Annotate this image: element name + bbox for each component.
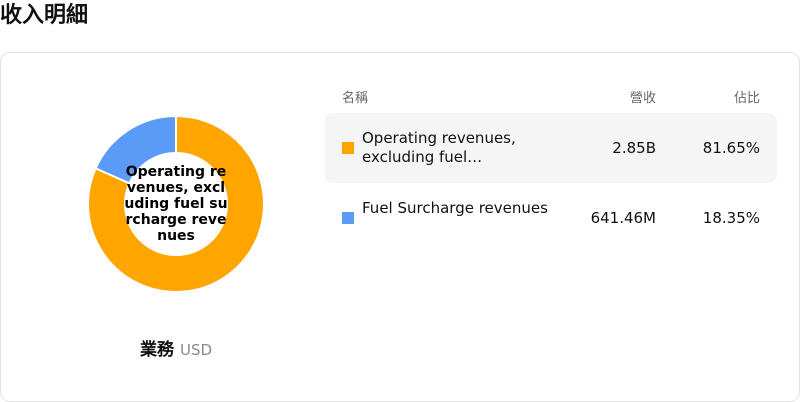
legend-swatch <box>342 142 354 154</box>
table-row[interactable]: Operating revenues, excluding fuel… 2.85… <box>325 113 777 183</box>
row-revenue: 2.85B <box>612 139 656 157</box>
table-header: 名稱 營收 佔比 <box>325 83 777 113</box>
segment-label: 業務 <box>139 340 174 360</box>
header-percent: 佔比 <box>733 91 760 106</box>
legend-swatch <box>342 212 354 224</box>
row-percent: 81.65% <box>702 139 760 157</box>
chart-caption: 業務 USD <box>1 339 351 361</box>
header-name: 名稱 <box>342 91 369 106</box>
page-title: 收入明細 <box>0 3 89 28</box>
revenue-table: 名稱 營收 佔比 Operating revenues, excluding f… <box>325 83 777 253</box>
row-percent: 18.35% <box>702 209 760 227</box>
revenue-card: Operating revenues, excluding fuel surch… <box>0 52 800 402</box>
row-name: Fuel Surcharge revenues <box>362 199 548 217</box>
row-name: Operating revenues, excluding fuel… <box>362 129 516 166</box>
donut-chart: Operating revenues, excluding fuel surch… <box>87 115 265 293</box>
donut-center-label: Operating revenues, excluding fuel surch… <box>124 164 228 244</box>
header-revenue: 營收 <box>629 91 656 106</box>
row-revenue: 641.46M <box>590 209 656 227</box>
table-row[interactable]: Fuel Surcharge revenues 641.46M 18.35% <box>325 183 777 253</box>
currency-label: USD <box>179 341 213 359</box>
